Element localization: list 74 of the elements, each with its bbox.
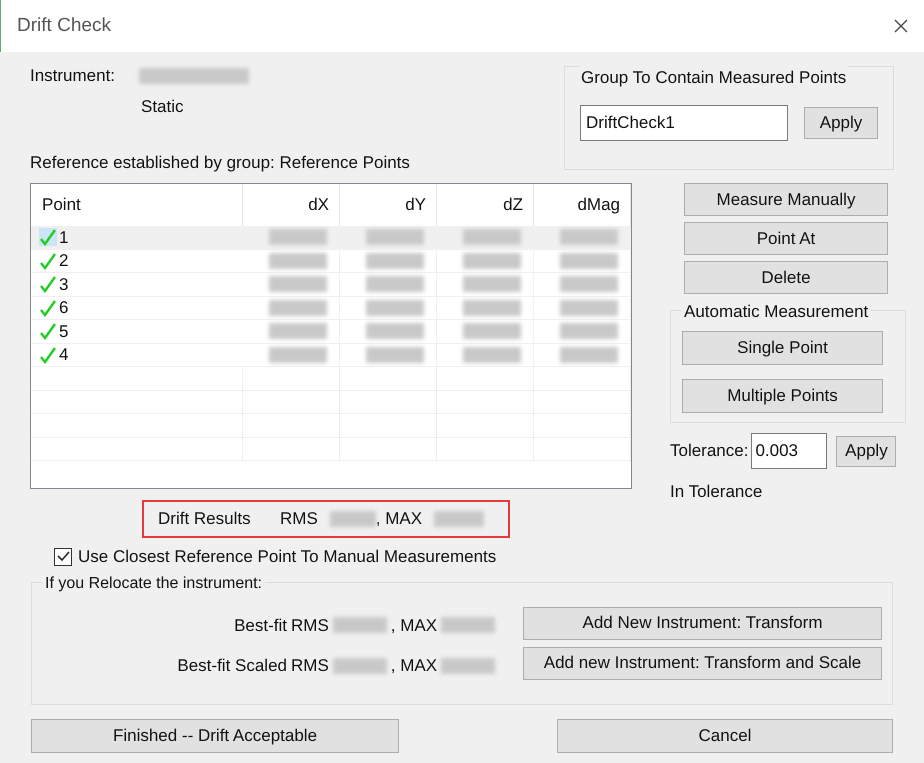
redacted-value bbox=[463, 252, 521, 269]
table-cell-text: 2 bbox=[59, 250, 68, 272]
button[interactable]: Add New Instrument: Transform bbox=[523, 606, 882, 640]
rms-label: RMS bbox=[291, 614, 329, 636]
redacted-value bbox=[366, 229, 424, 246]
redacted-value bbox=[463, 346, 521, 363]
button[interactable]: Point At bbox=[684, 222, 888, 255]
instrument-mode: Static bbox=[141, 96, 185, 118]
table-row[interactable]: 4 bbox=[31, 344, 631, 367]
table-row[interactable]: 3 bbox=[31, 273, 631, 296]
redacted-value bbox=[330, 511, 376, 527]
tolerance-status: In Tolerance bbox=[670, 481, 764, 503]
redacted-value bbox=[560, 252, 618, 269]
group-field[interactable]: DriftCheck1 bbox=[580, 105, 788, 141]
reference-text: Reference established by group: Reference Points bbox=[30, 152, 411, 174]
table-cell-text: 5 bbox=[59, 320, 68, 342]
redacted-value bbox=[434, 511, 484, 527]
button[interactable]: Delete bbox=[684, 261, 888, 294]
redacted-value bbox=[560, 323, 618, 340]
redacted-value bbox=[463, 300, 521, 316]
fit-label: Best-fit Scaled bbox=[176, 655, 287, 677]
redacted-value bbox=[366, 276, 424, 292]
rms-label: RMS bbox=[291, 655, 329, 677]
redacted-value bbox=[560, 300, 618, 316]
button[interactable]: Cancel bbox=[557, 718, 893, 752]
checkbox-label: Use Closest Reference Point To Manual Measurements bbox=[78, 546, 496, 568]
redacted-value bbox=[463, 323, 521, 340]
redacted-value bbox=[269, 323, 327, 340]
button[interactable]: Apply bbox=[804, 107, 878, 139]
redacted-value bbox=[366, 323, 424, 340]
check-icon bbox=[56, 551, 70, 562]
drift-results-label: Drift Results bbox=[158, 508, 252, 530]
redacted-value bbox=[332, 617, 387, 634]
redacted-value bbox=[560, 276, 618, 292]
tolerance-label: Tolerance: bbox=[670, 440, 748, 462]
table-cell-text: 4 bbox=[59, 344, 68, 366]
max-label: , MAX bbox=[390, 655, 438, 677]
button[interactable]: Measure Manually bbox=[684, 183, 888, 216]
table-cell-text: 3 bbox=[59, 274, 68, 296]
redacted-value bbox=[269, 252, 327, 269]
table-row[interactable]: 2 bbox=[31, 250, 631, 273]
tolerance-field[interactable]: 0.003 bbox=[751, 433, 828, 469]
instrument-label: Instrument: bbox=[30, 65, 116, 88]
redacted-value bbox=[560, 346, 618, 363]
redacted-value bbox=[269, 300, 327, 316]
fit-label: Best-fit bbox=[233, 614, 287, 636]
redacted-value bbox=[332, 658, 387, 674]
close-icon[interactable] bbox=[894, 19, 908, 33]
table-cell-text: 1 bbox=[59, 226, 68, 248]
button[interactable]: Add new Instrument: Transform and Scale bbox=[523, 646, 882, 680]
redacted-value bbox=[560, 229, 618, 246]
max-label: , MAX bbox=[376, 508, 422, 530]
window-title: Drift Check bbox=[17, 14, 111, 38]
redacted-value bbox=[366, 346, 424, 363]
redacted-value bbox=[269, 346, 327, 363]
redacted-value bbox=[463, 229, 521, 246]
button[interactable]: Finished -- Drift Acceptable bbox=[31, 718, 399, 752]
table-row[interactable]: 5 bbox=[31, 320, 631, 344]
max-label: , MAX bbox=[390, 614, 438, 636]
button[interactable]: Apply bbox=[836, 436, 896, 466]
checkbox[interactable] bbox=[54, 548, 72, 566]
redacted-value bbox=[441, 617, 496, 634]
redacted-value bbox=[463, 276, 521, 292]
button[interactable]: Single Point bbox=[682, 331, 883, 365]
redacted-value bbox=[366, 300, 424, 316]
table-row[interactable]: 6 bbox=[31, 296, 631, 320]
redacted-value bbox=[269, 229, 327, 246]
redacted-value bbox=[269, 276, 327, 292]
rms-label: RMS bbox=[280, 508, 318, 530]
button[interactable]: Multiple Points bbox=[682, 379, 883, 413]
table-row[interactable]: 1 bbox=[31, 226, 631, 250]
table-cell-text: 6 bbox=[59, 297, 68, 319]
redacted-value bbox=[441, 658, 496, 674]
redacted-value bbox=[366, 252, 424, 269]
